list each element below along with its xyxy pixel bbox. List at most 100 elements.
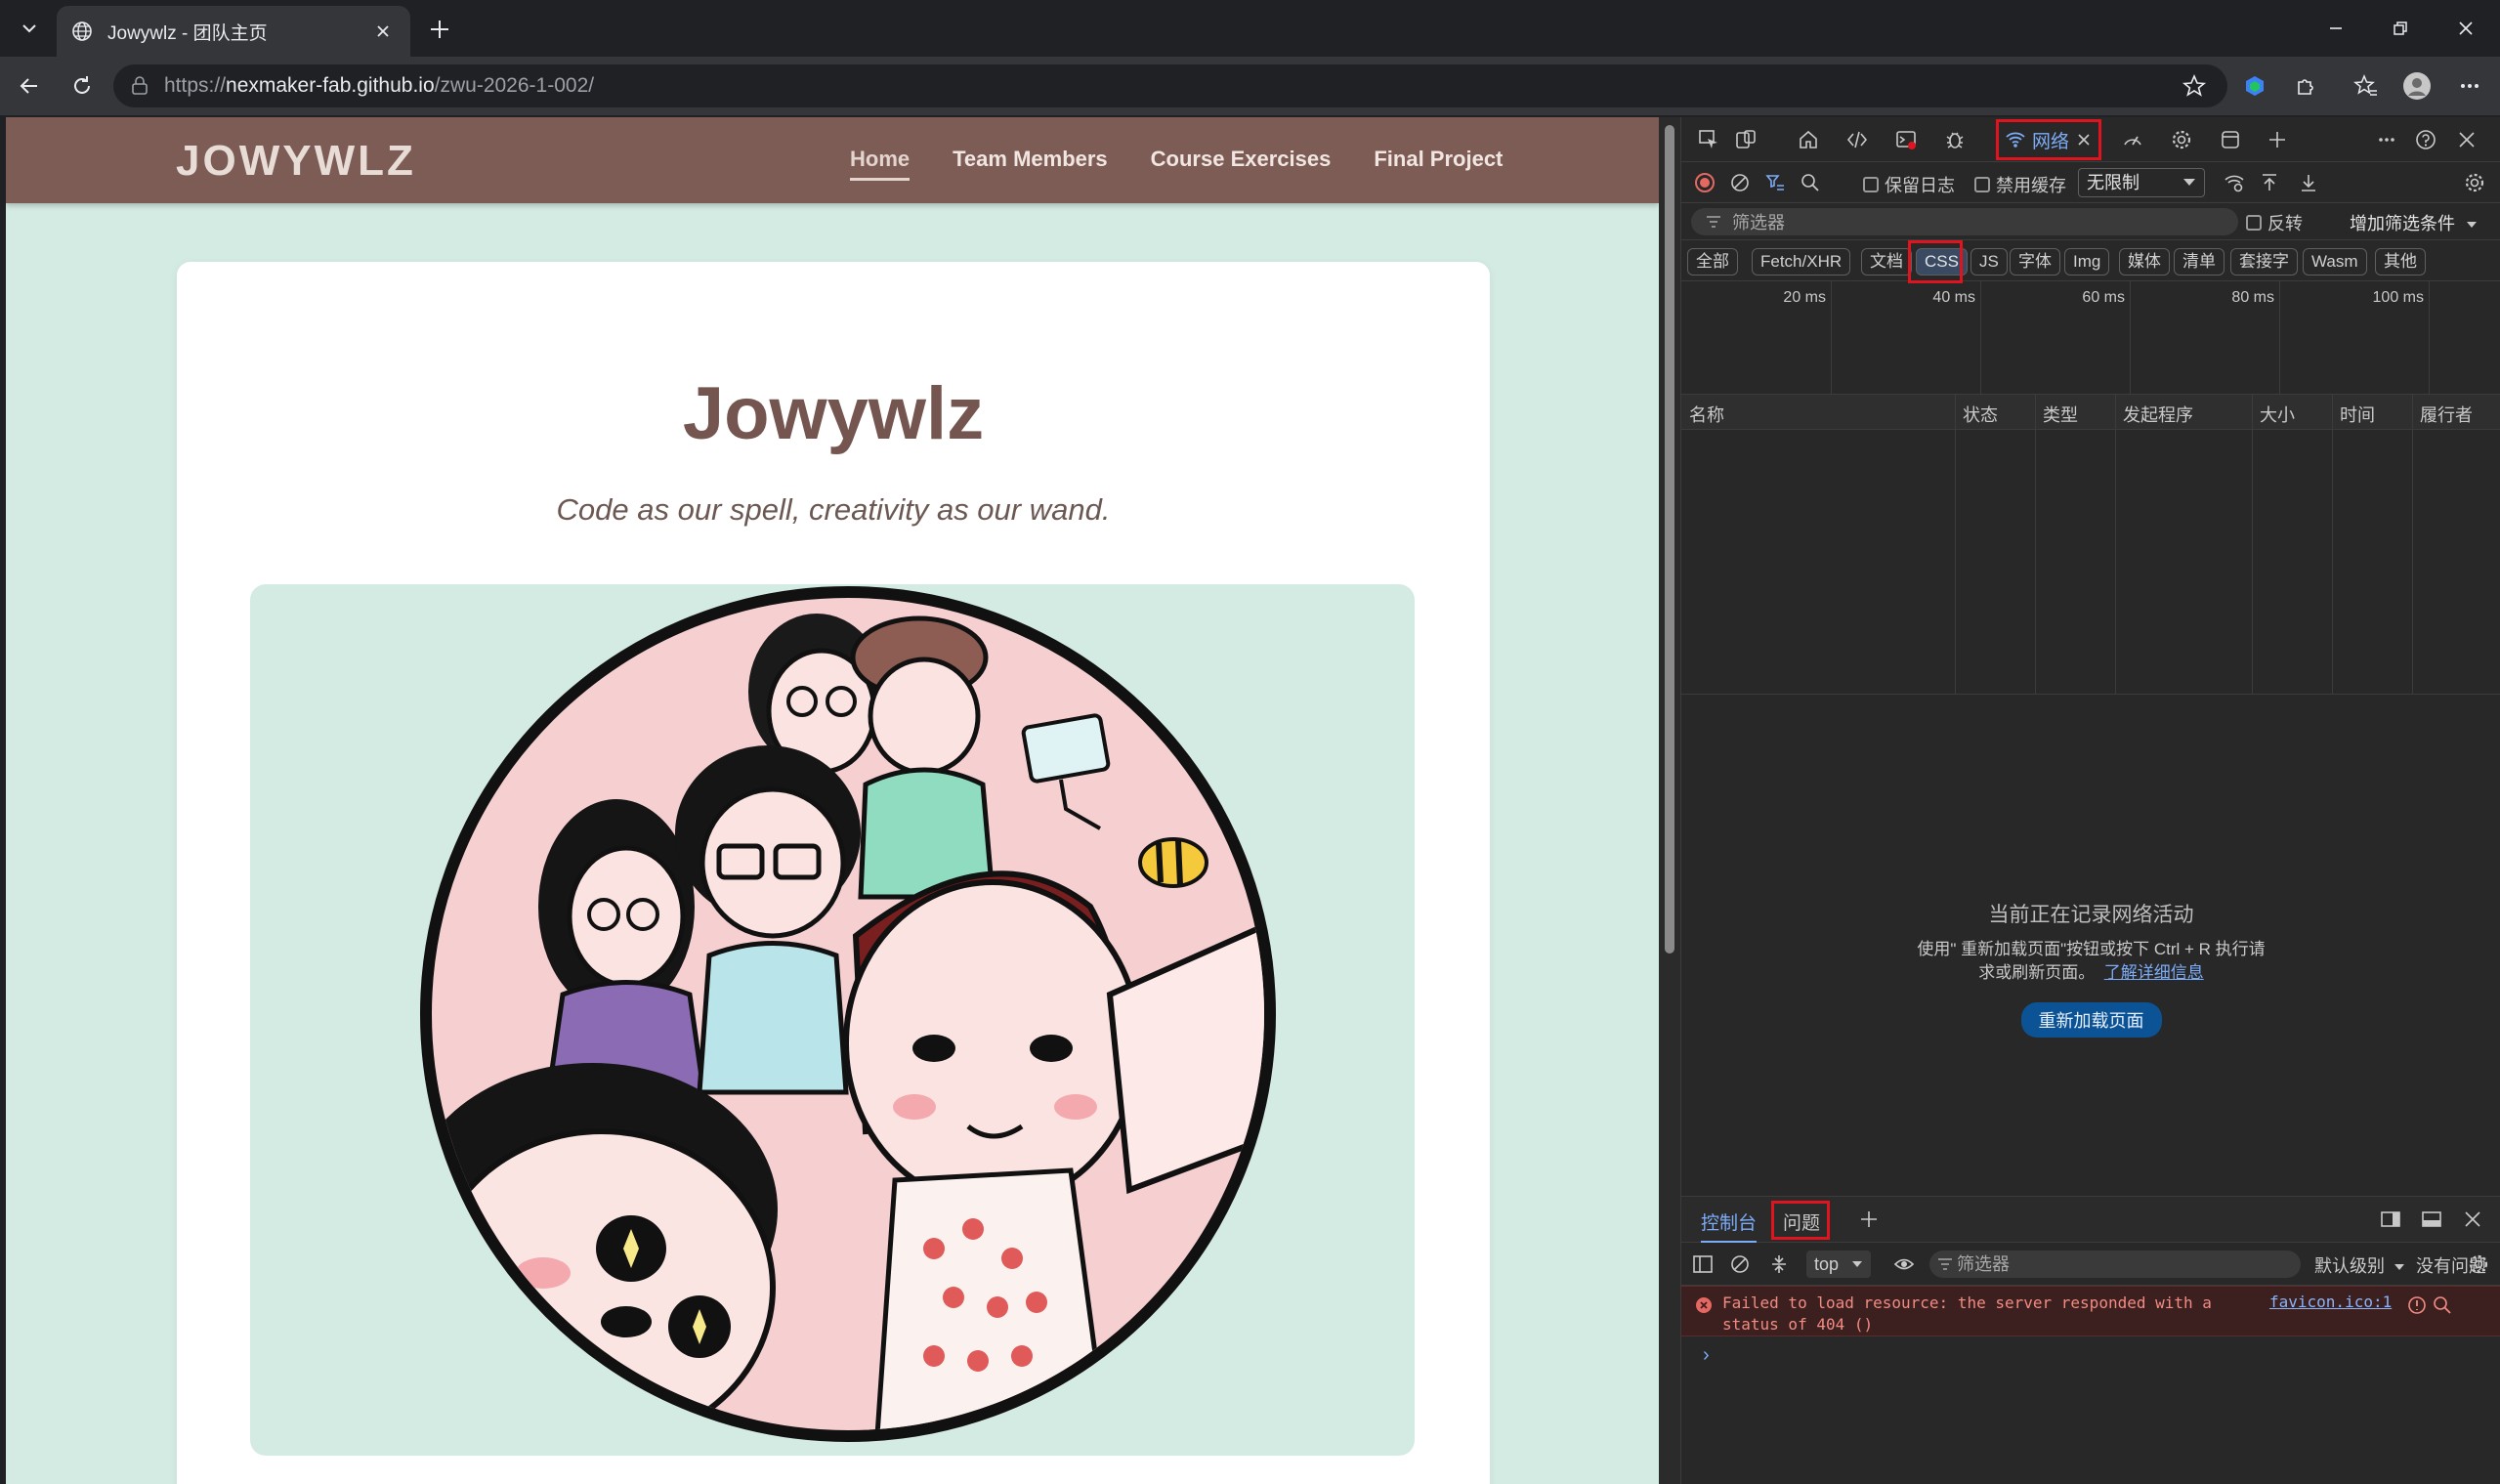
record-button[interactable] (1689, 168, 1720, 197)
network-filter-input[interactable]: 筛选器 (1691, 208, 2238, 235)
reload-page-button[interactable]: 重新加载页面 (2020, 1002, 2162, 1038)
drawer-tab-console[interactable]: 控制台 (1701, 1208, 1758, 1243)
gear-icon (2469, 1254, 2488, 1274)
nav-home[interactable]: Home (850, 147, 911, 181)
column-type[interactable]: 类型 (2043, 402, 2078, 427)
plus-icon (2269, 132, 2285, 148)
console-error-message[interactable]: Failed to load resource: the server resp… (1681, 1286, 2500, 1336)
minimize-button[interactable] (2302, 0, 2370, 57)
preserve-log-checkbox[interactable]: 保留日志 (1863, 172, 1955, 197)
more-filters-dropdown[interactable]: 增加筛选条件 (2350, 210, 2478, 235)
type-filter-doc[interactable]: 文档 (1861, 248, 1912, 276)
favorites-button[interactable] (2349, 68, 2384, 104)
column-fulfilled-by[interactable]: 履行者 (2420, 402, 2473, 427)
search-icon[interactable] (2432, 1294, 2453, 1316)
minimize-drawer-button[interactable] (2416, 1205, 2447, 1234)
type-filter-media[interactable]: 媒体 (2119, 248, 2170, 276)
tab-elements[interactable] (1842, 125, 1873, 154)
filter-toggle-button[interactable] (1759, 168, 1791, 197)
site-info-icon[interactable] (129, 75, 150, 97)
page-scroll-thumb[interactable] (1665, 125, 1674, 954)
type-filter-other[interactable]: 其他 (2375, 248, 2426, 276)
browser-tab[interactable]: Jowywlz - 团队主页 (57, 6, 410, 57)
invert-checkbox[interactable]: 反转 (2246, 210, 2303, 235)
type-filter-wasm[interactable]: Wasm (2303, 248, 2367, 276)
column-size[interactable]: 大小 (2260, 402, 2295, 427)
customize-devtools-button[interactable] (2371, 125, 2402, 154)
column-status[interactable]: 状态 (1963, 402, 1998, 427)
help-button[interactable] (2410, 125, 2441, 154)
disable-cache-checkbox[interactable]: 禁用缓存 (1974, 172, 2066, 197)
more-tabs-button[interactable] (2262, 125, 2293, 154)
close-window-button[interactable] (2432, 0, 2500, 57)
restore-button[interactable] (2366, 0, 2435, 57)
type-filter-socket[interactable]: 套接字 (2230, 248, 2298, 276)
back-button[interactable] (12, 68, 47, 104)
clear-console-button[interactable] (1724, 1250, 1756, 1279)
type-filter-img[interactable]: Img (2064, 248, 2110, 276)
learn-more-link[interactable]: 了解详细信息 (2104, 963, 2204, 982)
console-prompt-chevron-icon[interactable]: › (1703, 1344, 1710, 1367)
bug-icon (1946, 132, 1964, 148)
bookmark-star-button[interactable] (2179, 70, 2210, 102)
nav-course-exercises[interactable]: Course Exercises (1151, 147, 1332, 181)
console-filter-input[interactable]: 筛选器 (1929, 1251, 2301, 1278)
type-filter-all[interactable]: 全部 (1687, 248, 1738, 276)
tab-close-button[interactable] (369, 18, 397, 45)
type-filter-font[interactable]: 字体 (2010, 248, 2060, 276)
error-source-link[interactable]: favicon.ico:1 (2269, 1293, 2392, 1311)
close-drawer-button[interactable] (2457, 1205, 2488, 1234)
profile-button[interactable] (2399, 68, 2435, 104)
network-overview-timeline[interactable]: 20 ms 40 ms 60 ms 80 ms 100 ms (1681, 281, 2500, 395)
tab-application[interactable] (2215, 125, 2246, 154)
close-devtools-button[interactable] (2451, 125, 2482, 154)
tab-welcome[interactable] (1793, 125, 1824, 154)
device-toolbar-button[interactable] (1730, 125, 1761, 154)
column-name[interactable]: 名称 (1689, 402, 1724, 427)
drawer-tab-bar: 控制台 问题 (1681, 1196, 2500, 1243)
column-time[interactable]: 时间 (2340, 402, 2375, 427)
nav-final-project[interactable]: Final Project (1374, 147, 1503, 181)
type-filter-fetch[interactable]: Fetch/XHR (1752, 248, 1851, 276)
throttling-select[interactable]: 无限制 (2078, 168, 2205, 197)
type-filter-manifest[interactable]: 清单 (2174, 248, 2225, 276)
clear-button[interactable] (1724, 168, 1756, 197)
new-tab-button[interactable] (422, 12, 457, 47)
log-levels-dropdown[interactable]: 默认级别 (2314, 1252, 2405, 1278)
copilot-extension-button[interactable] (2237, 68, 2272, 104)
star-icon (2182, 73, 2207, 97)
network-conditions-button[interactable] (2219, 168, 2250, 197)
console-settings-button[interactable] (2463, 1250, 2494, 1279)
tab-performance[interactable] (2117, 125, 2148, 154)
export-har-button[interactable] (2293, 168, 2324, 197)
restore-icon (2394, 21, 2407, 35)
settings-more-button[interactable] (2452, 68, 2487, 104)
close-icon[interactable] (2077, 133, 2091, 147)
tab-list-button[interactable] (10, 9, 49, 48)
tab-network[interactable]: 网络 (1996, 119, 2101, 160)
collapse-groups-button[interactable] (1763, 1250, 1795, 1279)
network-settings-button[interactable] (2459, 168, 2490, 197)
reload-button[interactable] (64, 68, 100, 104)
tab-sources[interactable] (1939, 125, 1970, 154)
tab-settings[interactable] (2166, 125, 2197, 154)
column-initiator[interactable]: 发起程序 (2123, 402, 2193, 427)
import-har-button[interactable] (2254, 168, 2285, 197)
extensions-button[interactable] (2288, 68, 2323, 104)
context-select[interactable]: top (1806, 1251, 1871, 1278)
drawer-more-tabs-button[interactable] (1853, 1205, 1885, 1234)
tab-console[interactable] (1890, 125, 1922, 154)
search-button[interactable] (1795, 168, 1826, 197)
page-viewport: JOWYWLZ Home Team Members Course Exercis… (6, 117, 1659, 1484)
nav-team-members[interactable]: Team Members (953, 147, 1108, 181)
address-bar[interactable]: https://nexmaker-fab.github.io/zwu-2026-… (113, 64, 2227, 107)
console-sidebar-button[interactable] (1687, 1250, 1718, 1279)
dock-drawer-button[interactable] (2375, 1205, 2406, 1234)
live-expression-button[interactable] (1888, 1250, 1920, 1279)
page-scrollbar[interactable] (1659, 117, 1680, 1484)
ai-explain-icon[interactable] (2406, 1294, 2428, 1316)
type-filter-js[interactable]: JS (1970, 248, 2008, 276)
inspect-element-button[interactable] (1693, 125, 1724, 154)
site-brand[interactable]: JOWYWLZ (176, 137, 416, 186)
caret-down-icon (1852, 1261, 1862, 1267)
